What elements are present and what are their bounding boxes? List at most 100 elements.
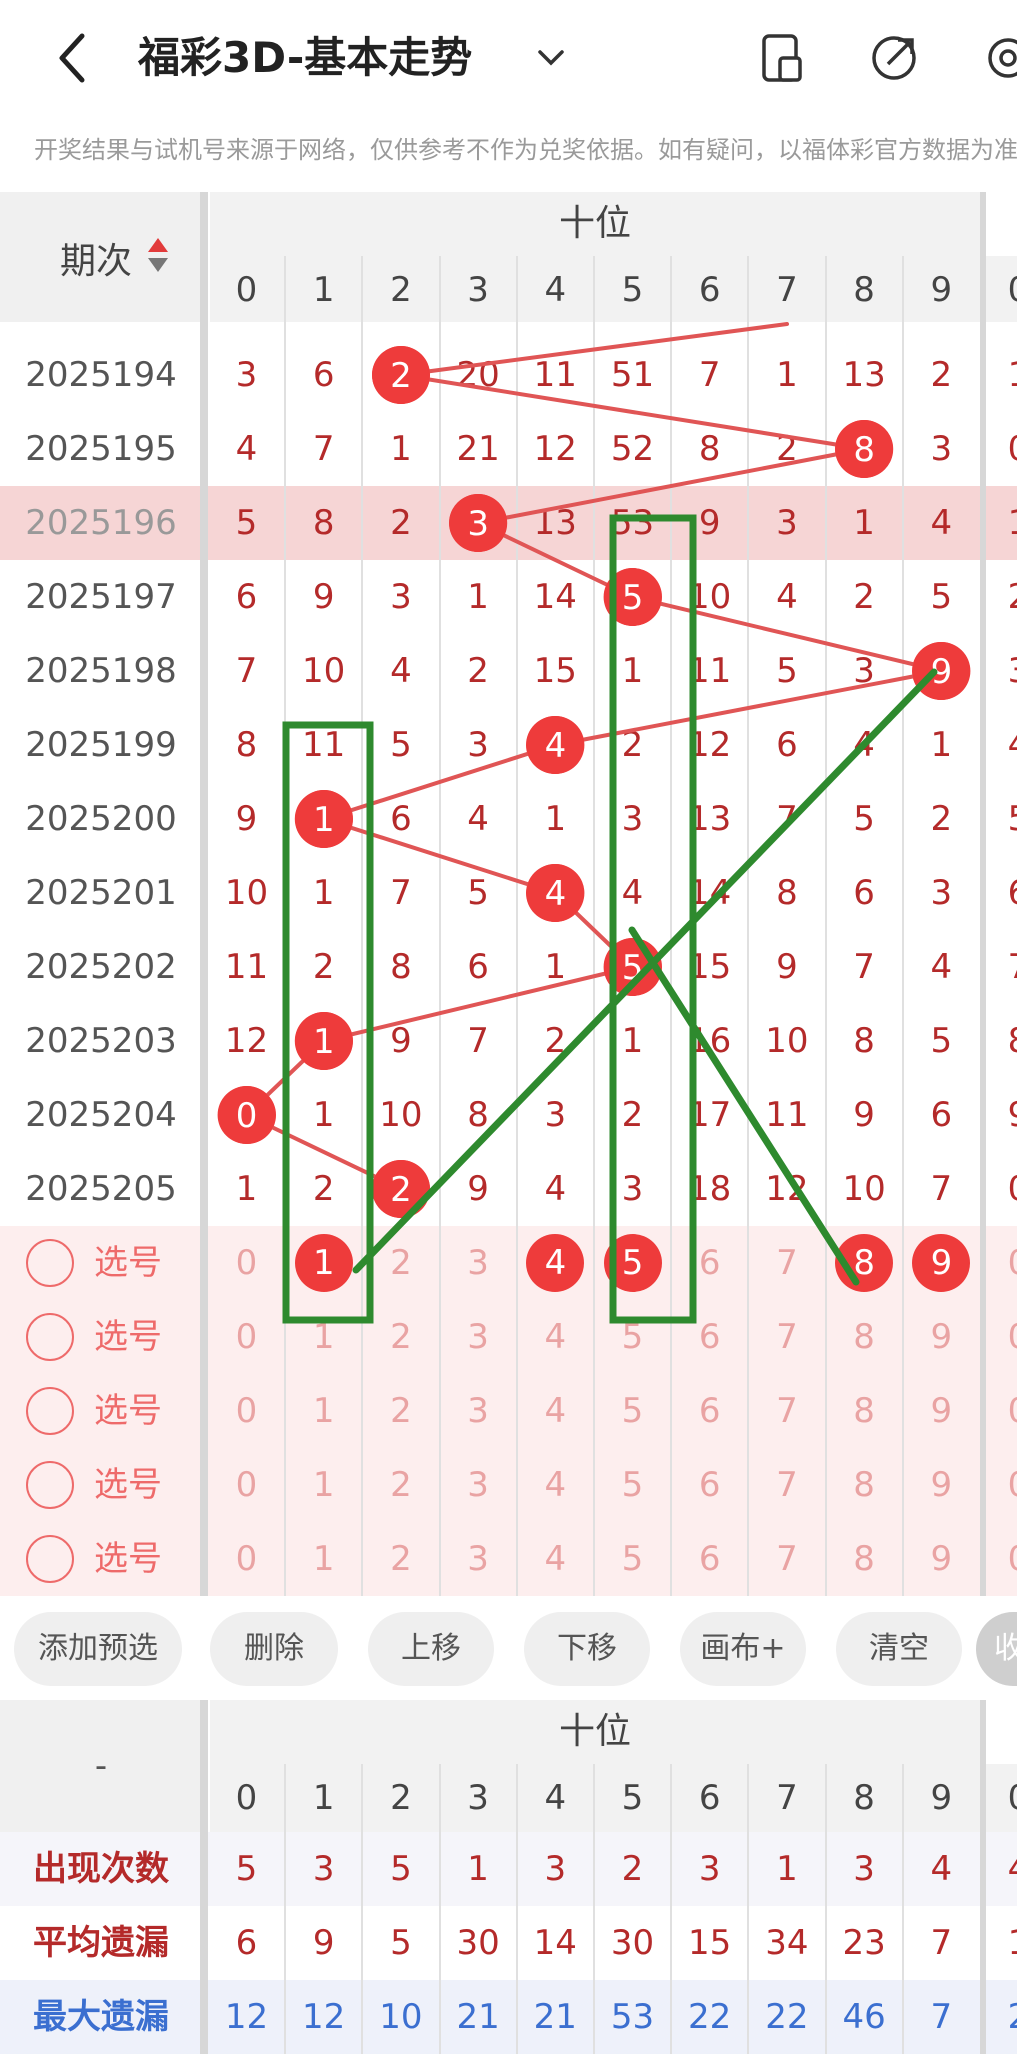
pick-ball-selected[interactable]: 5	[603, 1234, 662, 1292]
pick-ball[interactable]: 2	[362, 1374, 439, 1448]
action-button-4[interactable]: 画布+	[680, 1612, 806, 1686]
pick-ball-selected[interactable]: 8	[835, 1234, 894, 1292]
pick-ball[interactable]: 5	[594, 1300, 671, 1374]
pick-ball[interactable]: 0	[208, 1522, 285, 1596]
back-icon[interactable]	[48, 28, 98, 88]
phone-icon[interactable]	[754, 30, 810, 86]
table-row[interactable]: 202520512294318121070	[0, 1152, 1017, 1226]
pick-row[interactable]: 选号01234567890	[0, 1448, 1017, 1522]
pick-ball[interactable]: 7	[748, 1374, 825, 1448]
pick-radio[interactable]	[26, 1313, 74, 1361]
pick-ball[interactable]: 9	[903, 1522, 980, 1596]
table-row[interactable]: 202519871042151115393	[0, 634, 1017, 708]
pick-ball[interactable]: 8	[826, 1300, 903, 1374]
sort-up-icon[interactable]	[148, 238, 168, 252]
pick-ball[interactable]: 8	[826, 1522, 903, 1596]
period-header[interactable]: 期次	[0, 192, 202, 324]
pick-ball[interactable]: 6	[671, 1448, 748, 1522]
stats-cell: 9	[312, 1923, 335, 1963]
stats-row: 最大遗漏12121021215322224672	[0, 1980, 1017, 2054]
pick-radio[interactable]	[26, 1461, 74, 1509]
table-row[interactable]: 20252011017544148636	[0, 856, 1017, 930]
period-cell: 2025201	[25, 873, 177, 913]
table-row[interactable]: 202519547121125282830	[0, 412, 1017, 486]
pick-ball[interactable]: 9	[903, 1448, 980, 1522]
pick-ball[interactable]: 4	[517, 1374, 594, 1448]
pick-row[interactable]: 选号01234567890	[0, 1300, 1017, 1374]
pick-radio[interactable]	[26, 1387, 74, 1435]
table-row[interactable]: 20251965823135393141	[0, 486, 1017, 560]
pick-ball[interactable]: 6	[671, 1226, 748, 1300]
pick-row[interactable]: 选号01234567890	[0, 1522, 1017, 1596]
pick-ball[interactable]: 7	[748, 1226, 825, 1300]
hit-ball: 4	[526, 864, 585, 922]
pick-ball[interactable]: 4	[517, 1300, 594, 1374]
pick-ball[interactable]: 9	[903, 1300, 980, 1374]
stats-row-label: 最大遗漏	[33, 1997, 169, 2037]
pick-ball[interactable]: 0	[208, 1448, 285, 1522]
pick-ball[interactable]: 7	[748, 1522, 825, 1596]
digit-header-7: 7	[776, 270, 798, 310]
pick-ball[interactable]: 7	[748, 1300, 825, 1374]
pick-ball[interactable]: 0	[208, 1374, 285, 1448]
pick-ball[interactable]: 1	[285, 1300, 362, 1374]
table-row[interactable]: 20251998115342126414	[0, 708, 1017, 782]
miss-cell: 51	[610, 355, 655, 395]
pick-ball[interactable]: 0	[208, 1226, 285, 1300]
pick-ball[interactable]: 9	[903, 1374, 980, 1448]
pick-ball[interactable]: 2	[362, 1300, 439, 1374]
pick-ball[interactable]: 7	[748, 1448, 825, 1522]
pick-row[interactable]: 选号01234567890	[0, 1374, 1017, 1448]
share-icon[interactable]	[866, 30, 922, 86]
pick-ball[interactable]: 3	[440, 1300, 517, 1374]
pick-ball[interactable]: 0	[208, 1300, 285, 1374]
table-row[interactable]: 20252021128615159747	[0, 930, 1017, 1004]
table-row[interactable]: 202520312197211610858	[0, 1004, 1017, 1078]
miss-cell: 15	[688, 947, 732, 987]
pick-ball-selected[interactable]: 1	[294, 1234, 353, 1292]
pick-ball-selected[interactable]: 4	[526, 1234, 585, 1292]
table-row[interactable]: 202520401108321711969	[0, 1078, 1017, 1152]
pick-row[interactable]: 选号01234567890	[0, 1226, 1017, 1300]
pick-ball[interactable]: 1	[285, 1374, 362, 1448]
stats-cell: 3	[853, 1849, 875, 1889]
chevron-down-icon[interactable]	[536, 38, 566, 78]
miss-cell: 1	[544, 799, 567, 839]
pick-ball[interactable]: 4	[517, 1522, 594, 1596]
pick-ball[interactable]: 5	[594, 1448, 671, 1522]
pick-ball[interactable]: 5	[594, 1522, 671, 1596]
pick-radio[interactable]	[26, 1535, 74, 1583]
miss-cell: 3	[621, 1169, 644, 1209]
miss-cell: 3	[930, 429, 953, 469]
table-row[interactable]: 20251976931145104252	[0, 560, 1017, 634]
miss-cell: 1	[467, 577, 489, 617]
stats-digit-8: 8	[853, 1778, 875, 1818]
pick-ball[interactable]: 2	[362, 1448, 439, 1522]
action-button-5[interactable]: 清空	[836, 1612, 962, 1686]
pick-ball[interactable]: 6	[671, 1522, 748, 1596]
pick-ball[interactable]: 3	[440, 1226, 517, 1300]
pick-ball[interactable]: 1	[285, 1522, 362, 1596]
pick-ball[interactable]: 4	[517, 1448, 594, 1522]
pick-ball[interactable]: 3	[440, 1448, 517, 1522]
table-row[interactable]: 2025200916413137525	[0, 782, 1017, 856]
pick-ball-selected[interactable]: 9	[912, 1234, 971, 1292]
pick-ball[interactable]: 5	[594, 1374, 671, 1448]
pick-radio[interactable]	[26, 1239, 74, 1287]
pick-ball[interactable]: 2	[362, 1226, 439, 1300]
action-button-3[interactable]: 下移	[524, 1612, 650, 1686]
pick-ball[interactable]: 3	[440, 1374, 517, 1448]
pick-ball[interactable]: 1	[285, 1448, 362, 1522]
settings-icon[interactable]	[980, 30, 1017, 86]
action-button-0[interactable]: 添加预选	[14, 1612, 182, 1686]
pick-ball[interactable]: 8	[826, 1448, 903, 1522]
pick-ball[interactable]: 6	[671, 1374, 748, 1448]
sort-down-icon[interactable]	[148, 258, 168, 272]
action-button-2[interactable]: 上移	[368, 1612, 494, 1686]
pick-ball[interactable]: 8	[826, 1374, 903, 1448]
table-row[interactable]: 2025194362201151711321	[0, 338, 1017, 412]
action-button-1[interactable]: 删除	[210, 1612, 338, 1686]
pick-ball[interactable]: 3	[440, 1522, 517, 1596]
pick-ball[interactable]: 6	[671, 1300, 748, 1374]
pick-ball[interactable]: 2	[362, 1522, 439, 1596]
